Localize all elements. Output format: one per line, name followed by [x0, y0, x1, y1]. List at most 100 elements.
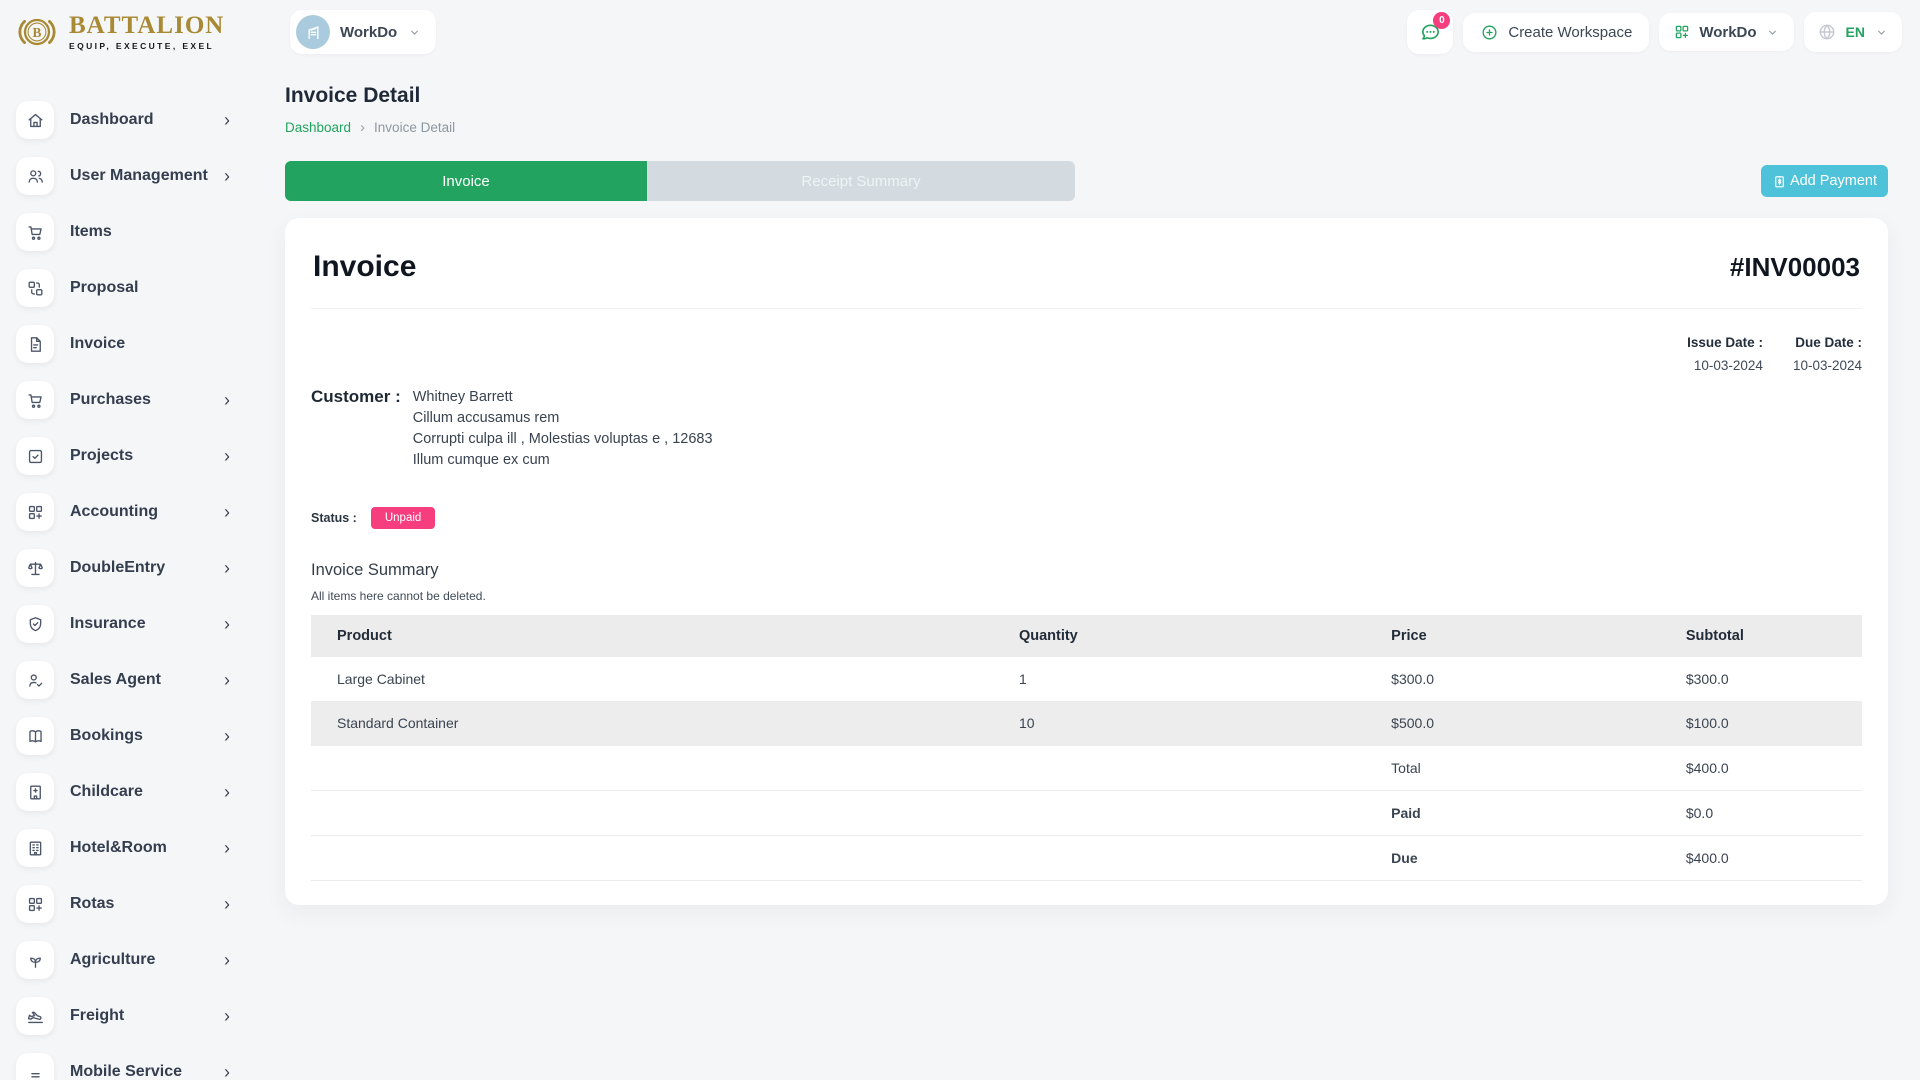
- sidebar-item-dashboard[interactable]: Dashboard ›: [16, 92, 260, 148]
- sidebar-item-invoice[interactable]: Invoice: [16, 316, 260, 372]
- chevron-down-icon: [1765, 25, 1780, 40]
- sidebar-item-agriculture[interactable]: Agriculture ›: [16, 932, 260, 988]
- lines-icon: [16, 1053, 54, 1080]
- table-row: Large Cabinet 1 $300.0 $300.0: [311, 657, 1862, 701]
- column-header-price: Price: [1381, 615, 1676, 657]
- total-row: Total $400.0: [311, 746, 1862, 791]
- sidebar-item-items[interactable]: Items: [16, 204, 260, 260]
- sidebar-item-insurance[interactable]: Insurance ›: [16, 596, 260, 652]
- customer-name: Whitney Barrett: [413, 387, 713, 408]
- workdo-apps-menu[interactable]: WorkDo: [1659, 13, 1793, 51]
- sidebar-item-label: Sales Agent: [70, 671, 161, 689]
- column-header-product: Product: [311, 615, 1009, 657]
- grid-plus-icon: [1673, 23, 1691, 41]
- chevron-right-icon: ›: [224, 951, 230, 969]
- messages-count-badge: 0: [1433, 12, 1450, 29]
- total-value: $400.0: [1676, 746, 1862, 791]
- users-icon: [16, 157, 54, 195]
- chevron-right-icon: ›: [224, 391, 230, 409]
- breadcrumb: Dashboard › Invoice Detail: [285, 119, 1888, 136]
- tab-receipt-summary[interactable]: Receipt Summary: [647, 161, 1075, 201]
- sidebar-item-mobile-service[interactable]: Mobile Service ›: [16, 1044, 260, 1080]
- sidebar-item-bookings[interactable]: Bookings ›: [16, 708, 260, 764]
- grid-plus-icon: [16, 493, 54, 531]
- create-workspace-button[interactable]: Create Workspace: [1463, 13, 1649, 52]
- invoice-card: Invoice #INV00003 Issue Date : 10-03-202…: [285, 218, 1888, 905]
- workspace-selector[interactable]: WorkDo: [290, 10, 436, 54]
- sidebar-item-freight[interactable]: Freight ›: [16, 988, 260, 1044]
- cell-price: $300.0: [1381, 657, 1676, 701]
- book-icon: [16, 717, 54, 755]
- chevron-right-icon: ›: [224, 447, 230, 465]
- home-icon: [16, 101, 54, 139]
- brand-tagline: EQUIP, EXECUTE, EXEL: [69, 41, 224, 51]
- messages-button[interactable]: 0: [1407, 10, 1453, 54]
- sidebar-item-label: Projects: [70, 447, 133, 465]
- language-selector[interactable]: EN: [1804, 12, 1902, 52]
- customer-address-line: Illum cumque ex cum: [413, 450, 713, 471]
- sidebar-item-label: Proposal: [70, 279, 138, 297]
- sidebar-item-label: Agriculture: [70, 951, 155, 969]
- invoice-dates: Issue Date : 10-03-2024 Due Date : 10-03…: [311, 335, 1862, 373]
- status-badge: Unpaid: [371, 507, 435, 529]
- tab-invoice[interactable]: Invoice: [285, 161, 647, 201]
- sidebar-item-label: Invoice: [70, 335, 125, 353]
- sidebar-item-hotel-room[interactable]: Hotel&Room ›: [16, 820, 260, 876]
- sidebar-item-label: DoubleEntry: [70, 559, 165, 577]
- sidebar: Dashboard › User Management › Items Prop…: [0, 58, 260, 1080]
- file-icon: [16, 325, 54, 363]
- paid-label: Paid: [1381, 791, 1676, 836]
- customer-address-line: Cillum accusamus rem: [413, 408, 713, 429]
- table-row: Standard Container 10 $500.0 $100.0: [311, 701, 1862, 746]
- cell-quantity: 1: [1009, 657, 1381, 701]
- due-value: $400.0: [1676, 836, 1862, 881]
- cell-product: Large Cabinet: [311, 657, 1009, 701]
- chevron-right-icon: ›: [224, 839, 230, 857]
- chevron-right-icon: ›: [224, 167, 230, 185]
- due-date-value: 10-03-2024: [1793, 358, 1862, 373]
- cell-price: $500.0: [1381, 701, 1676, 746]
- chevron-right-icon: ›: [224, 783, 230, 801]
- issue-date-value: 10-03-2024: [1687, 358, 1763, 373]
- chevron-right-icon: ›: [224, 559, 230, 577]
- table-header-row: Product Quantity Price Subtotal: [311, 615, 1862, 657]
- sidebar-item-label: Dashboard: [70, 111, 154, 129]
- sidebar-item-label: Items: [70, 223, 112, 241]
- sidebar-item-purchases[interactable]: Purchases ›: [16, 372, 260, 428]
- sidebar-item-accounting[interactable]: Accounting ›: [16, 484, 260, 540]
- chevron-right-icon: ›: [224, 1007, 230, 1025]
- create-workspace-label: Create Workspace: [1508, 24, 1632, 41]
- invoice-number: #INV00003: [1730, 252, 1860, 283]
- sidebar-item-proposal[interactable]: Proposal: [16, 260, 260, 316]
- plus-circle-icon: [1480, 23, 1499, 42]
- breadcrumb-dashboard-link[interactable]: Dashboard: [285, 120, 351, 135]
- sidebar-item-label: Accounting: [70, 503, 158, 521]
- sidebar-item-childcare[interactable]: Childcare ›: [16, 764, 260, 820]
- shield-check-icon: [16, 605, 54, 643]
- status-row: Status : Unpaid: [311, 507, 1862, 529]
- chevron-right-icon: ›: [224, 615, 230, 633]
- sidebar-item-label: Hotel&Room: [70, 839, 167, 857]
- sidebar-item-sales-agent[interactable]: Sales Agent ›: [16, 652, 260, 708]
- total-label: Total: [1381, 746, 1676, 791]
- svg-text:B: B: [33, 25, 42, 40]
- status-label: Status :: [311, 511, 357, 525]
- add-payment-button[interactable]: Add Payment: [1761, 165, 1888, 197]
- sidebar-item-projects[interactable]: Projects ›: [16, 428, 260, 484]
- sidebar-item-label: Purchases: [70, 391, 151, 409]
- sidebar-item-rotas[interactable]: Rotas ›: [16, 876, 260, 932]
- cell-product: Standard Container: [311, 701, 1009, 746]
- swap-grid-icon: [16, 269, 54, 307]
- customer-label: Customer :: [311, 387, 401, 471]
- sidebar-item-user-management[interactable]: User Management ›: [16, 148, 260, 204]
- sidebar-item-label: Freight: [70, 1007, 124, 1025]
- breadcrumb-current: Invoice Detail: [374, 120, 455, 135]
- chevron-right-icon: ›: [224, 503, 230, 521]
- invoice-summary-note: All items here cannot be deleted.: [311, 589, 1862, 603]
- due-row: Due $400.0: [311, 836, 1862, 881]
- add-payment-label: Add Payment: [1790, 173, 1877, 189]
- workspace-avatar: [296, 15, 330, 49]
- cart-icon: [16, 213, 54, 251]
- sidebar-item-doubleentry[interactable]: DoubleEntry ›: [16, 540, 260, 596]
- workspace-name: WorkDo: [340, 24, 397, 41]
